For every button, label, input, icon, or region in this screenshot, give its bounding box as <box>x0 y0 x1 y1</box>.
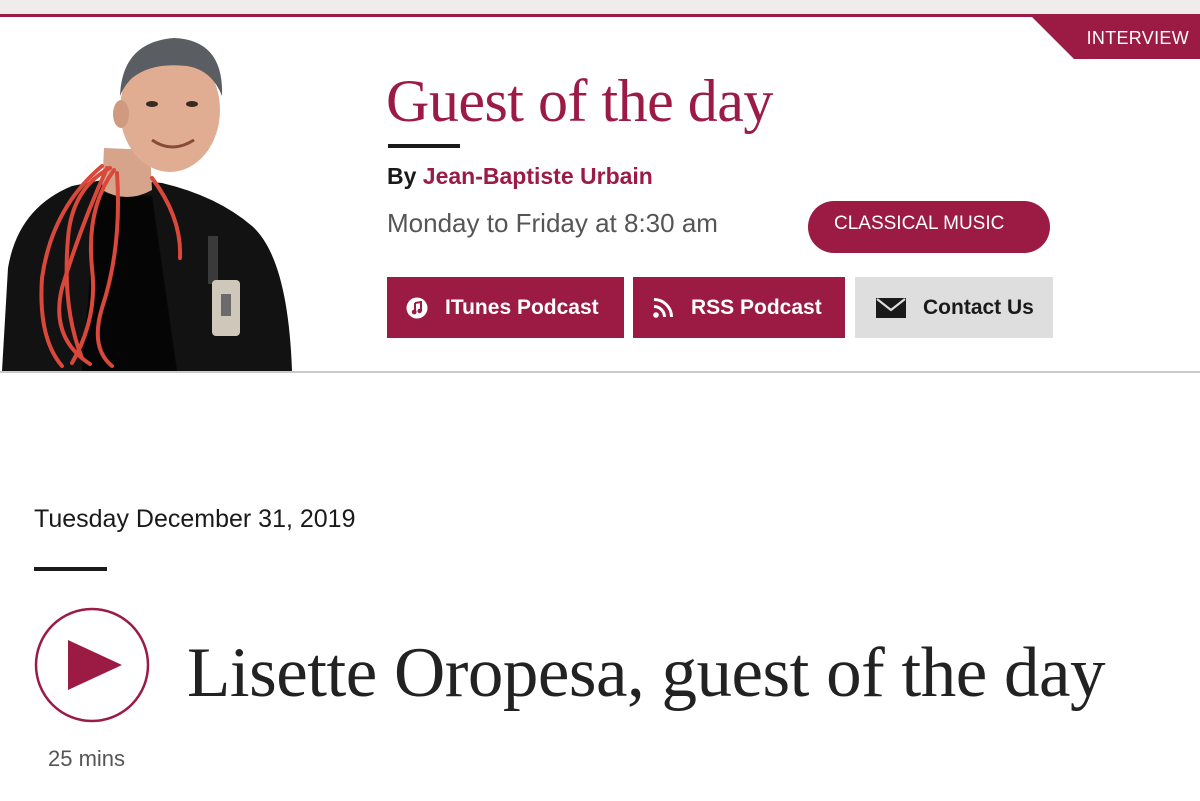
episode-duration: 25 mins <box>48 746 126 771</box>
top-bar <box>0 0 1200 15</box>
date-underline <box>34 567 107 571</box>
envelope-icon <box>876 297 906 318</box>
title-underline <box>388 144 460 148</box>
contact-us-label: Contact Us <box>923 295 1034 319</box>
schedule-text: Monday to Friday at 8:30 am <box>387 208 718 238</box>
top-accent-rule <box>0 14 1200 17</box>
episode-date: Tuesday December 31, 2019 <box>34 505 356 533</box>
byline-prefix: By <box>387 163 417 189</box>
byline: By Jean-Baptiste Urbain <box>387 163 653 190</box>
play-button[interactable] <box>34 607 150 723</box>
itunes-podcast-label: ITunes Podcast <box>445 295 599 319</box>
host-name-link[interactable]: Jean-Baptiste Urbain <box>423 163 653 189</box>
rss-icon <box>652 297 674 319</box>
contact-us-button[interactable]: Contact Us <box>855 277 1053 338</box>
host-photo <box>2 18 294 371</box>
podcast-page: INTERVIEW Guest of the day By Jean-Bapti… <box>0 0 1200 801</box>
genre-tag-label: CLASSICAL MUSIC <box>834 213 1005 234</box>
category-tag: INTERVIEW <box>1032 17 1200 59</box>
category-tag-label: INTERVIEW <box>1086 27 1189 48</box>
genre-tag[interactable]: CLASSICAL MUSIC <box>808 201 1050 253</box>
show-title: Guest of the day <box>386 68 773 134</box>
itunes-podcast-button[interactable]: ITunes Podcast <box>387 277 624 338</box>
episode-title[interactable]: Lisette Oropesa, guest of the day <box>187 628 1106 718</box>
header-divider <box>0 371 1200 373</box>
rss-podcast-button[interactable]: RSS Podcast <box>633 277 845 338</box>
music-note-icon <box>406 297 428 319</box>
rss-podcast-label: RSS Podcast <box>691 295 822 319</box>
